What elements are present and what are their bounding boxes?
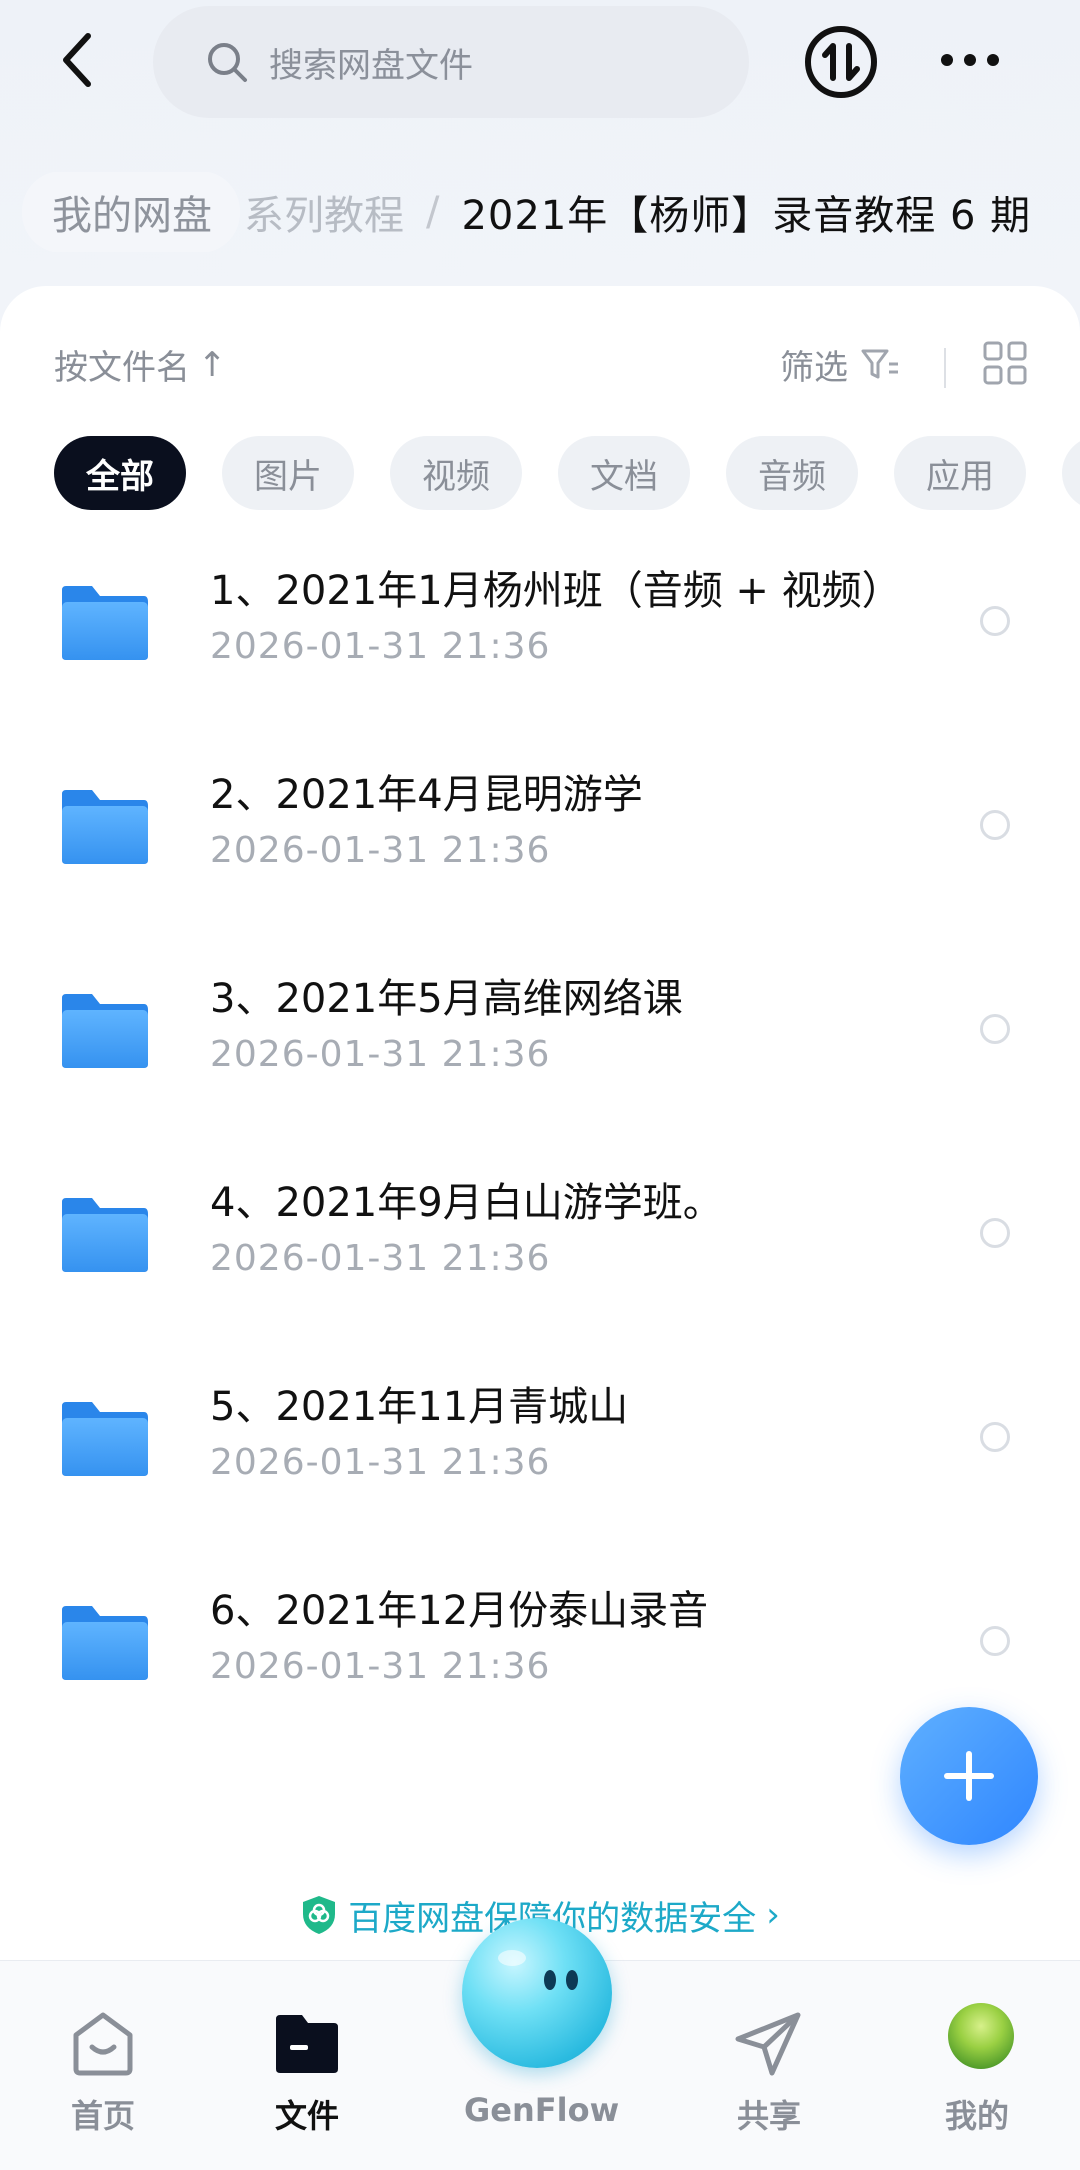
list-item[interactable]: 1、2021年1月杨州班（音频 + 视频） 2026-01-31 21:36 [0,548,1080,752]
transfer-button[interactable] [801,22,881,102]
grid-view-icon[interactable] [982,340,1028,386]
chip-more[interactable] [1062,436,1080,510]
list-item[interactable]: 2、2021年4月昆明游学 2026-01-31 21:36 [0,752,1080,956]
filter-icon [861,349,898,378]
breadcrumb-parent[interactable]: 系列教程 [244,183,404,241]
chip-all[interactable]: 全部 [54,436,186,510]
chip-documents[interactable]: 文档 [558,436,690,510]
select-radio[interactable] [980,1218,1010,1248]
tab-mine[interactable]: 我的 [902,1991,1052,2151]
search-placeholder: 搜索网盘文件 [269,45,473,86]
more-icon [941,54,999,66]
sort-arrow-icon: ↑ [198,344,227,385]
breadcrumb: 我的网盘 系列教程 / 2021年【杨师】录音教程 6 期 [22,172,1080,252]
divider [944,348,946,388]
file-date: 2026-01-31 21:36 [210,1238,551,1279]
chip-audio[interactable]: 音频 [726,436,858,510]
tab-genflow-label: GenFlow [464,2091,620,2129]
file-date: 2026-01-31 21:36 [210,1442,551,1483]
file-date: 2026-01-31 21:36 [210,1646,551,1687]
avatar [948,2003,1014,2069]
list-item[interactable]: 3、2021年5月高维网络课 2026-01-31 21:36 [0,956,1080,1160]
list-item[interactable]: 5、2021年11月青城山 2026-01-31 21:36 [0,1364,1080,1568]
folder-icon [62,1606,148,1680]
genflow-mascot-button[interactable] [462,1918,612,2068]
back-button[interactable] [38,20,118,100]
shield-icon [303,1896,336,1934]
chip-images[interactable]: 图片 [222,436,354,510]
plus-icon [944,1751,994,1801]
file-date: 2026-01-31 21:36 [210,1034,551,1075]
filter-label: 筛选 [780,348,848,388]
chevron-right-icon: › [766,1895,780,1935]
folder-icon [62,586,148,660]
select-radio[interactable] [980,606,1010,636]
select-radio[interactable] [980,810,1010,840]
file-date: 2026-01-31 21:36 [210,626,551,667]
category-chips: 全部 图片 视频 文档 音频 应用 [54,436,1080,510]
file-name: 3、2021年5月高维网络课 [210,976,683,1022]
folder-icon [62,994,148,1068]
sync-icon [805,26,877,98]
file-name: 5、2021年11月青城山 [210,1384,629,1430]
select-radio[interactable] [980,1014,1010,1044]
sort-by-name-button[interactable]: 按文件名 ↑ [54,340,227,389]
file-name: 1、2021年1月杨州班（音频 + 视频） [210,568,902,614]
folder-icon [62,1402,148,1476]
more-button[interactable] [930,30,1010,90]
list-item[interactable]: 4、2021年9月白山游学班。 2026-01-31 21:36 [0,1160,1080,1364]
files-icon [276,2015,338,2073]
folder-icon [62,790,148,864]
tab-share[interactable]: 共享 [694,1991,844,2151]
mascot-face-icon [498,1950,578,1990]
breadcrumb-root[interactable]: 我的网盘 [22,172,240,252]
select-radio[interactable] [980,1626,1010,1656]
file-name: 2、2021年4月昆明游学 [210,772,643,818]
select-radio[interactable] [980,1422,1010,1452]
tab-share-label: 共享 [736,2097,801,2135]
tab-files[interactable]: 文件 [232,1991,382,2151]
breadcrumb-separator: / [426,189,440,235]
search-bar[interactable]: 搜索网盘文件 [153,6,749,118]
breadcrumb-current: 2021年【杨师】录音教程 6 期 [461,193,1032,239]
folder-icon [62,1198,148,1272]
filter-button[interactable]: 筛选 [780,340,900,389]
tab-home[interactable]: 首页 [28,1991,178,2151]
add-button[interactable] [900,1707,1038,1845]
chip-videos[interactable]: 视频 [390,436,522,510]
sort-label: 按文件名 [54,348,190,388]
chip-apps[interactable]: 应用 [894,436,1026,510]
home-icon [73,2012,133,2076]
top-bar: 搜索网盘文件 [0,0,1080,130]
tab-files-label: 文件 [274,2097,339,2135]
tab-home-label: 首页 [70,2097,135,2135]
sort-toolbar: 按文件名 ↑ 筛选 [54,340,1044,400]
tab-mine-label: 我的 [944,2097,1009,2135]
file-name: 6、2021年12月份泰山录音 [210,1588,709,1634]
file-date: 2026-01-31 21:36 [210,830,551,871]
file-name: 4、2021年9月白山游学班。 [210,1180,723,1226]
share-icon [735,2012,801,2076]
search-icon [208,43,247,82]
file-list-card: 按文件名 ↑ 筛选 全部 图片 视频 文档 音频 应用 1、2021年1月杨州班… [0,286,1080,1966]
back-arrow-icon [63,33,91,87]
